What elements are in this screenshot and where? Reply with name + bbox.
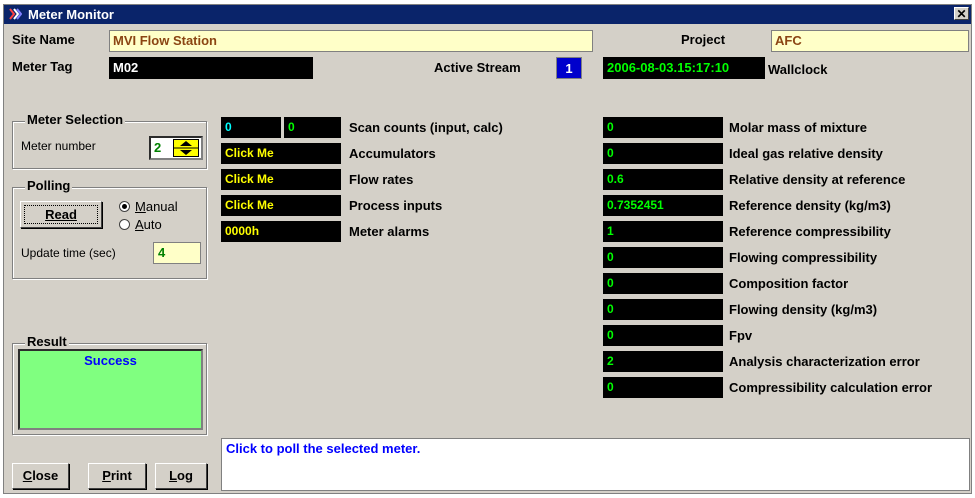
manual-radio-label[interactable]: Manual	[135, 199, 178, 214]
relative-density-reference-label: Relative density at reference	[729, 172, 906, 187]
read-button[interactable]: Read	[20, 201, 102, 228]
reference-compressibility-label: Reference compressibility	[729, 224, 891, 239]
active-stream-label: Active Stream	[434, 60, 521, 75]
relative-density-reference-value: 0.6	[603, 169, 723, 190]
molar-mass-value: 0	[603, 117, 723, 138]
status-message: Click to poll the selected meter.	[221, 438, 970, 491]
compressibility-calculation-error-value: 0	[603, 377, 723, 398]
window-title: Meter Monitor	[28, 7, 114, 22]
meter-number-value: 2	[154, 140, 162, 155]
reference-density-value: 0.7352451	[603, 195, 723, 216]
project-label: Project	[681, 32, 726, 47]
flow-rates-label: Flow rates	[349, 172, 414, 187]
log-button[interactable]: Log	[155, 463, 207, 489]
meter-tag-field: M02	[109, 57, 313, 79]
title-bar: Meter Monitor ✕	[4, 5, 971, 24]
flowing-density-value: 0	[603, 299, 723, 320]
process-inputs-label: Process inputs	[349, 198, 443, 213]
app-icon	[8, 7, 22, 21]
result-display: Success	[18, 349, 203, 430]
manual-radio[interactable]	[119, 201, 130, 212]
spinner-arrows[interactable]	[173, 139, 199, 157]
close-button[interactable]: Close	[12, 463, 69, 489]
reference-compressibility-value: 1	[603, 221, 723, 242]
accumulators-label: Accumulators	[349, 146, 436, 161]
molar-mass-label: Molar mass of mixture	[729, 120, 867, 135]
scan-count-input-field: 0	[221, 117, 281, 138]
window-close-button[interactable]: ✕	[954, 7, 969, 20]
accumulators-button[interactable]: Click Me	[221, 143, 341, 164]
fpv-value: 0	[603, 325, 723, 346]
fpv-label: Fpv	[729, 328, 753, 343]
scan-counts-label: Scan counts (input, calc)	[349, 120, 503, 135]
ideal-gas-relative-density-label: Ideal gas relative density	[729, 146, 883, 161]
polling-title: Polling	[25, 178, 73, 193]
update-time-field[interactable]: 4	[153, 242, 201, 264]
analysis-characterization-error-value: 2	[603, 351, 723, 372]
site-name-label: Site Name	[12, 32, 75, 47]
composition-factor-value: 0	[603, 273, 723, 294]
print-button[interactable]: Print	[88, 463, 146, 489]
flowing-density-label: Flowing density (kg/m3)	[729, 302, 878, 317]
update-time-label: Update time (sec)	[21, 246, 116, 260]
site-name-field[interactable]: MVI Flow Station	[109, 30, 593, 52]
meter-number-spinner[interactable]: 2	[149, 136, 203, 160]
compressibility-calculation-error-label: Compressibility calculation error	[729, 380, 933, 395]
wallclock-field: 2006-08-03.15:17:10	[603, 57, 765, 79]
analysis-characterization-error-label: Analysis characterization error	[729, 354, 920, 369]
flowing-compressibility-label: Flowing compressibility	[729, 250, 878, 265]
project-field[interactable]: AFC	[771, 30, 969, 52]
auto-radio-label[interactable]: Auto	[135, 217, 162, 232]
meter-selection-title: Meter Selection	[25, 112, 126, 127]
auto-radio[interactable]	[119, 219, 130, 230]
meter-alarms-label: Meter alarms	[349, 224, 430, 239]
scan-count-calc-field: 0	[284, 117, 341, 138]
composition-factor-label: Composition factor	[729, 276, 849, 291]
flowing-compressibility-value: 0	[603, 247, 723, 268]
meter-number-label: Meter number	[21, 139, 96, 153]
meter-monitor-window: Meter Monitor ✕ Site Name MVI Flow Stati…	[3, 4, 972, 494]
meter-tag-label: Meter Tag	[12, 59, 73, 74]
reference-density-label: Reference density (kg/m3)	[729, 198, 891, 213]
wallclock-label: Wallclock	[768, 62, 828, 77]
process-inputs-button[interactable]: Click Me	[221, 195, 341, 216]
result-title: Result	[25, 334, 69, 349]
ideal-gas-relative-density-value: 0	[603, 143, 723, 164]
up-down-arrow-icon	[174, 141, 198, 155]
active-stream-field: 1	[556, 57, 582, 79]
meter-alarms-field: 0000h	[221, 221, 341, 242]
flow-rates-button[interactable]: Click Me	[221, 169, 341, 190]
